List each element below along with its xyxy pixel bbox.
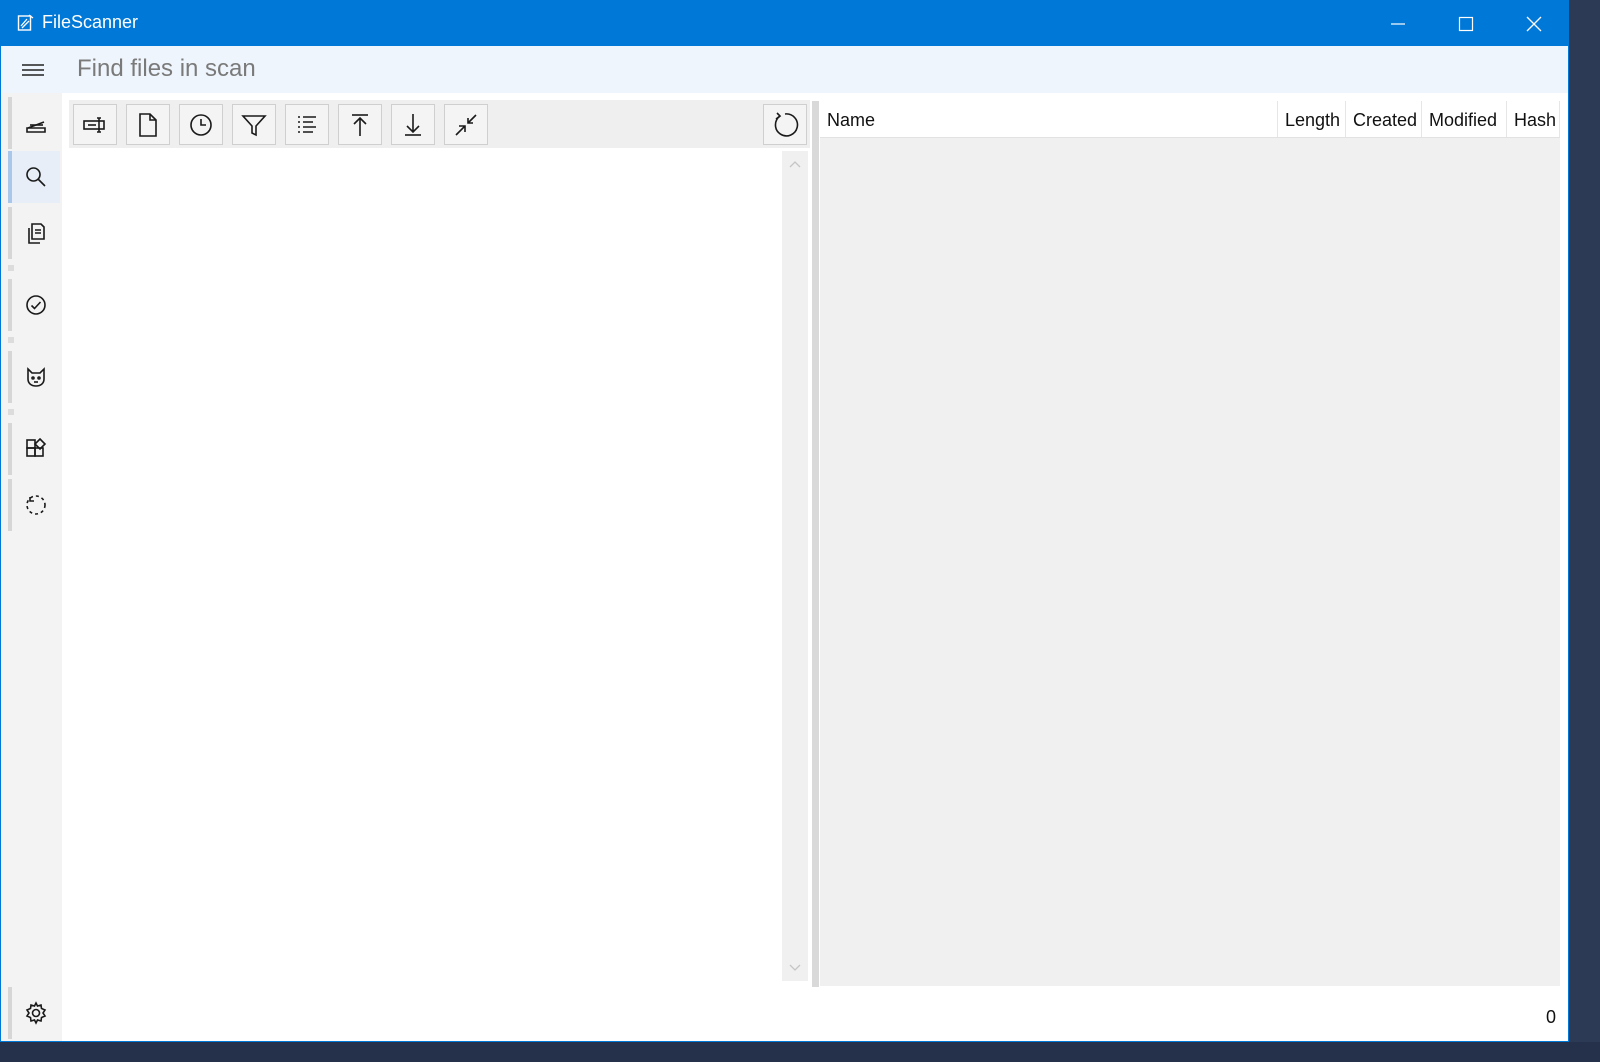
app-window: FileScanner Find files in scan Name Leng…	[0, 0, 1569, 1042]
scanner-icon	[26, 121, 46, 133]
results-count: 0	[1546, 1007, 1557, 1027]
search-bar	[1, 46, 1568, 93]
copy-icon	[28, 223, 45, 244]
nav-separator	[8, 337, 14, 343]
arrow-up-icon	[352, 113, 368, 136]
list-icon	[298, 115, 316, 133]
nav-separator	[8, 265, 14, 271]
rename-button[interactable]	[73, 104, 117, 145]
recent-button[interactable]	[179, 104, 223, 145]
maximize-icon	[1458, 16, 1473, 31]
nav-item-apps[interactable]	[8, 423, 60, 475]
maximize-button[interactable]	[1432, 1, 1499, 46]
clock-icon	[190, 113, 212, 136]
nav-item-duplicates[interactable]	[8, 207, 60, 259]
nav-separator	[8, 409, 14, 415]
search-icon	[26, 167, 46, 187]
column-header-hash[interactable]: Hash	[1507, 101, 1560, 137]
scroll-down-icon[interactable]	[782, 957, 808, 977]
nav-item-verify[interactable]	[8, 279, 60, 331]
column-header-modified[interactable]: Modified	[1422, 101, 1507, 137]
nav-item-search[interactable]	[8, 151, 60, 203]
close-button[interactable]	[1500, 1, 1567, 46]
column-header-created[interactable]: Created	[1346, 101, 1422, 137]
cat-icon	[27, 367, 45, 387]
pane-splitter[interactable]	[812, 101, 819, 987]
apps-icon	[26, 437, 47, 457]
results-grid: Name Length Created Modified Hash	[820, 101, 1560, 986]
collapse-button[interactable]	[444, 104, 488, 145]
column-header-name[interactable]: Name	[820, 101, 1278, 137]
refresh-icon	[774, 111, 799, 137]
minimize-icon	[1390, 22, 1405, 25]
close-icon	[1526, 16, 1541, 31]
tree-scrollbar[interactable]	[782, 151, 808, 981]
minimize-button[interactable]	[1364, 1, 1431, 46]
desktop-background	[1569, 0, 1600, 1062]
desktop-background-bottom	[0, 1042, 1600, 1062]
navigation-rail	[1, 93, 62, 1041]
toolbar	[69, 100, 810, 148]
move-to-top-button[interactable]	[338, 104, 382, 145]
progress-ring-icon	[26, 495, 46, 515]
column-header-length[interactable]: Length	[1278, 101, 1346, 137]
document-icon	[139, 112, 157, 137]
title-bar[interactable]: FileScanner	[1, 1, 1568, 46]
tree-pane	[62, 93, 812, 986]
document-button[interactable]	[126, 104, 170, 145]
collapse-icon	[455, 113, 477, 136]
window-title: FileScanner	[42, 12, 139, 32]
nav-item-scan[interactable]	[8, 97, 60, 149]
app-icon	[17, 14, 34, 31]
scroll-up-icon[interactable]	[782, 155, 808, 175]
refresh-button[interactable]	[763, 104, 807, 145]
rename-icon	[83, 116, 105, 133]
list-button[interactable]	[285, 104, 329, 145]
move-to-bottom-button[interactable]	[391, 104, 435, 145]
hamburger-menu-icon[interactable]	[20, 61, 46, 79]
results-header: Name Length Created Modified Hash	[820, 101, 1560, 138]
settings-icon	[25, 1001, 47, 1025]
settings-button[interactable]	[8, 987, 60, 1039]
arrow-down-icon	[405, 113, 421, 136]
nav-item-progress[interactable]	[8, 479, 60, 531]
filter-button[interactable]	[232, 104, 276, 145]
checkmark-icon	[26, 295, 46, 315]
search-input[interactable]	[67, 52, 1547, 86]
nav-item-cat[interactable]	[8, 351, 60, 403]
filter-icon	[241, 114, 267, 136]
